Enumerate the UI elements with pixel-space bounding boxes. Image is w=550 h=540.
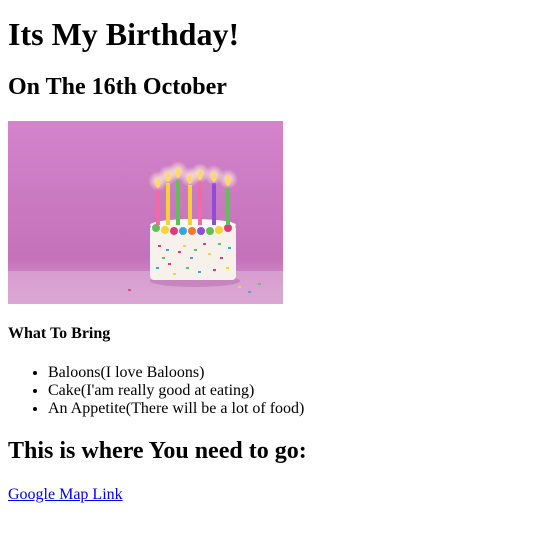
page-title: Its My Birthday! bbox=[8, 16, 240, 52]
bring-list: Baloons(I love Baloons) Cake(I'am really… bbox=[8, 364, 542, 418]
directions-heading: This is where You need to go: bbox=[8, 438, 307, 464]
birthday-cake-image bbox=[8, 121, 283, 304]
list-item: Baloons(I love Baloons) bbox=[48, 364, 542, 382]
what-to-bring-heading: What To Bring bbox=[8, 325, 111, 342]
google-map-link[interactable]: Google Map Link bbox=[8, 486, 123, 504]
date-heading: On The 16th October bbox=[8, 74, 227, 100]
list-item: Cake(I'am really good at eating) bbox=[48, 382, 542, 400]
list-item: An Appetite(There will be a lot of food) bbox=[48, 400, 542, 418]
